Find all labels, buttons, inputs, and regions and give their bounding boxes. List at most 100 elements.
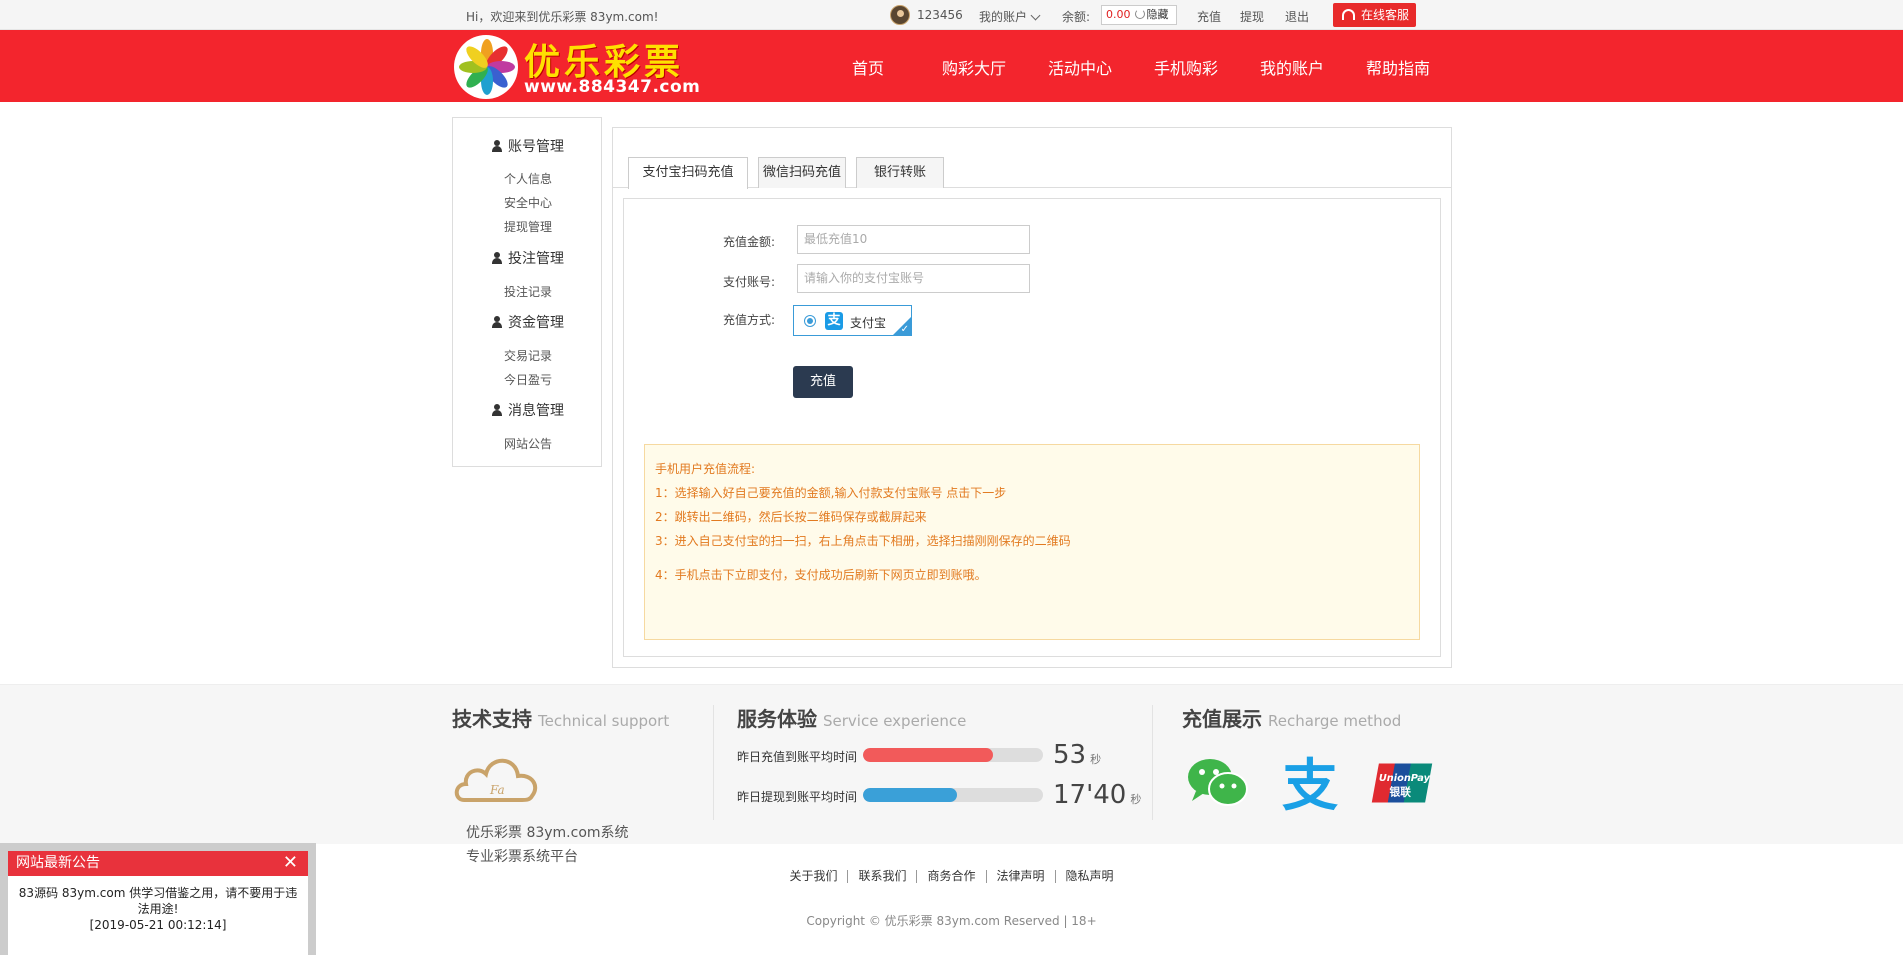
sidebar-item-bet-records[interactable]: 投注记录 <box>453 283 603 300</box>
withdraw-time-value: 17'40 秒 <box>1053 780 1142 810</box>
recharge-time-fill <box>863 748 993 762</box>
instruction-step: 4：手机点击下立即支付，支付成功后刷新下网页立即到账哦。 <box>655 568 987 582</box>
footer-link-contact[interactable]: 联系我们 <box>858 869 906 883</box>
user-icon <box>492 140 502 152</box>
balance-box: 0.00 隐藏 <box>1101 5 1177 25</box>
tab-alipay-qr[interactable]: 支付宝扫码充值 <box>628 157 748 189</box>
sidebar-item-withdraw-manage[interactable]: 提现管理 <box>453 218 603 235</box>
recharge-link[interactable]: 充值 <box>1197 8 1221 25</box>
footer-link-privacy[interactable]: 隐私声明 <box>1066 869 1114 883</box>
nav-lottery-hall[interactable]: 购彩大厅 <box>942 55 1006 79</box>
notice-body: 83源码 83ym.com 供学习借鉴之用，请不要用于违法用途! [2019-0… <box>8 885 308 933</box>
sidebar-group-betting[interactable]: 投注管理 <box>453 248 603 268</box>
user-icon <box>492 252 502 264</box>
tech-support-heading: 技术支持 Technical support <box>452 707 670 731</box>
method-label: 充值方式: <box>723 313 776 327</box>
tab-wechat-qr[interactable]: 微信扫码充值 <box>758 157 846 188</box>
sidebar-group-account[interactable]: 账号管理 <box>453 136 603 156</box>
notice-popup: 网站最新公告 ✕ 83源码 83ym.com 供学习借鉴之用，请不要用于违法用途!… <box>0 843 316 955</box>
instruction-step: 1：选择输入好自己要充值的金额,输入付款支付宝账号 点击下一步 <box>655 486 1007 500</box>
withdraw-time-bar <box>863 788 1043 802</box>
recharge-time-bar <box>863 748 1043 762</box>
sidebar-group-label: 资金管理 <box>508 315 564 331</box>
footer-link-business[interactable]: 商务合作 <box>927 869 975 883</box>
sidebar-item-transactions[interactable]: 交易记录 <box>453 347 603 364</box>
notice-title-bar: 网站最新公告 ✕ <box>8 851 308 876</box>
chevron-down-icon <box>1030 10 1041 21</box>
divider <box>713 705 714 820</box>
sidebar: 账号管理 个人信息 安全中心 提现管理 投注管理 投注记录 资金管理 交易记录 … <box>452 117 602 467</box>
user-icon <box>492 404 502 416</box>
recharge-time-label: 昨日充值到账平均时间 <box>737 750 858 764</box>
sidebar-group-messages[interactable]: 消息管理 <box>453 400 603 420</box>
instruction-step: 2：跳转出二维码，然后长按二维码保存或截屏起来 <box>655 510 927 524</box>
online-service-label: 在线客服 <box>1361 8 1410 22</box>
withdraw-time-label: 昨日提现到账平均时间 <box>737 790 858 804</box>
recharge-time-value: 53 秒 <box>1053 740 1102 770</box>
check-icon: ✓ <box>900 324 909 335</box>
close-icon[interactable]: ✕ <box>283 851 298 875</box>
online-service-button[interactable]: 在线客服 <box>1333 3 1416 27</box>
username: 123456 <box>917 8 963 22</box>
logo[interactable]: 优乐彩票 www.884347.com <box>452 33 702 99</box>
svg-text:Fa: Fa <box>489 783 505 797</box>
instruction-step: 3：进入自己支付宝的扫一扫，右上角点击下相册，选择扫描刚刚保存的二维码 <box>655 534 1071 548</box>
recharge-method-heading: 充值展示 Recharge method <box>1182 707 1402 731</box>
wechat-icon <box>1188 759 1248 806</box>
radio-selected[interactable] <box>804 315 816 327</box>
notice-inner: 网站最新公告 ✕ 83源码 83ym.com 供学习借鉴之用，请不要用于违法用途!… <box>8 851 308 955</box>
balance-value: 0.00 <box>1106 8 1131 21</box>
logo-flower-icon <box>454 35 518 99</box>
instructions-title: 手机用户充值流程: <box>655 462 756 476</box>
hide-balance-button[interactable]: 隐藏 <box>1147 8 1169 21</box>
alipay-icon: 支 <box>825 312 843 330</box>
refresh-icon[interactable] <box>1134 9 1145 19</box>
alipay-option-label: 支付宝 <box>850 316 887 330</box>
brand-url: www.884347.com <box>524 77 701 97</box>
svg-text:UnionPay: UnionPay <box>1379 773 1431 784</box>
unionpay-icon: UnionPay 银联 <box>1371 763 1433 803</box>
sidebar-group-label: 消息管理 <box>508 403 564 419</box>
tech-line: 专业彩票系统平台 <box>466 849 578 865</box>
alipay-icon: 支 <box>1282 755 1338 811</box>
service-heading: 服务体验 Service experience <box>737 707 967 731</box>
account-input[interactable]: 请输入你的支付宝账号 <box>797 264 1030 293</box>
alipay-option[interactable]: 支 支付宝 ✓ <box>793 305 912 336</box>
withdraw-time-fill <box>863 788 957 802</box>
footer-link-legal[interactable]: 法律声明 <box>997 869 1045 883</box>
sidebar-group-label: 投注管理 <box>508 251 564 267</box>
notice-date: [2019-05-21 00:12:14] <box>89 918 227 932</box>
avatar[interactable] <box>890 5 910 25</box>
nav-my-account[interactable]: 我的账户 <box>1260 55 1324 79</box>
welcome-text: Hi，欢迎来到优乐彩票 83ym.com! <box>466 10 659 24</box>
sidebar-group-funds[interactable]: 资金管理 <box>453 312 603 332</box>
cloud-logo-icon: Fa <box>454 758 538 802</box>
nav-mobile-lottery[interactable]: 手机购彩 <box>1154 55 1218 79</box>
notice-text: 83源码 83ym.com 供学习借鉴之用，请不要用于违法用途! <box>18 886 298 916</box>
sidebar-item-personal-info[interactable]: 个人信息 <box>453 170 603 187</box>
svg-text:银联: 银联 <box>1390 785 1412 798</box>
withdraw-link[interactable]: 提现 <box>1240 8 1264 25</box>
nav-activity-center[interactable]: 活动中心 <box>1048 55 1112 79</box>
amount-input[interactable]: 最低充值10 <box>797 225 1030 254</box>
headset-icon <box>1342 9 1355 20</box>
my-account-label: 我的账户 <box>979 10 1028 24</box>
tech-line: 优乐彩票 83ym.com系统 <box>466 825 629 841</box>
nav-help-guide[interactable]: 帮助指南 <box>1366 55 1430 79</box>
amount-label: 充值金额: <box>723 235 776 249</box>
svg-text:支: 支 <box>1282 755 1338 811</box>
tab-bank-transfer[interactable]: 银行转账 <box>856 157 944 188</box>
sidebar-item-today-profit[interactable]: 今日盈亏 <box>453 371 603 388</box>
balance-label: 余额: <box>1062 10 1091 24</box>
recharge-submit-button[interactable]: 充值 <box>793 366 853 398</box>
sidebar-group-label: 账号管理 <box>508 139 564 155</box>
account-label: 支付账号: <box>723 275 776 289</box>
logout-link[interactable]: 退出 <box>1285 8 1309 25</box>
nav-home[interactable]: 首页 <box>852 55 884 79</box>
top-bar: Hi，欢迎来到优乐彩票 83ym.com! 123456 我的账户 余额: 0.… <box>0 0 1903 30</box>
footer-link-about[interactable]: 关于我们 <box>789 869 837 883</box>
sidebar-item-announcements[interactable]: 网站公告 <box>453 435 603 452</box>
my-account-dropdown[interactable]: 我的账户 <box>979 8 1041 25</box>
divider <box>1152 705 1153 820</box>
sidebar-item-security-center[interactable]: 安全中心 <box>453 194 603 211</box>
